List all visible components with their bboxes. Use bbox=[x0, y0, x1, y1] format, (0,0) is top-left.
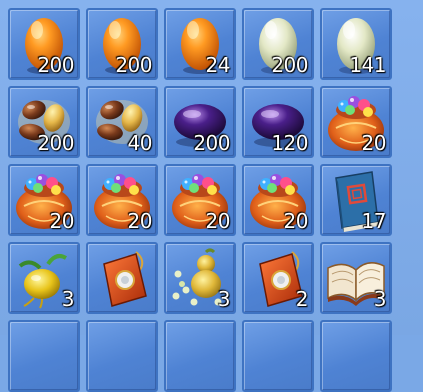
item-count: 20 bbox=[361, 131, 387, 155]
inventory-grid: 200 200 24 200 141 200 40 200 120 20 20 … bbox=[0, 0, 423, 392]
item-count: 200 bbox=[115, 53, 152, 77]
item-count: 20 bbox=[49, 209, 75, 233]
item-count: 3 bbox=[217, 287, 231, 311]
inventory-slot[interactable]: 40 bbox=[86, 86, 158, 158]
item-count: 200 bbox=[193, 131, 230, 155]
inventory-slot[interactable]: 20 bbox=[164, 164, 236, 236]
inventory-slot[interactable]: 200 bbox=[164, 86, 236, 158]
inventory-slot[interactable] bbox=[8, 320, 80, 392]
inventory-slot[interactable]: 200 bbox=[8, 8, 80, 80]
item-count: 24 bbox=[205, 53, 231, 77]
inventory-slot[interactable]: 120 bbox=[242, 86, 314, 158]
inventory-slot[interactable]: 2 bbox=[242, 242, 314, 314]
inventory-slot[interactable]: 24 bbox=[164, 8, 236, 80]
inventory-slot[interactable]: 141 bbox=[320, 8, 392, 80]
inventory-slot[interactable]: 20 bbox=[8, 164, 80, 236]
item-count: 200 bbox=[37, 53, 74, 77]
inventory-slot[interactable]: 17 bbox=[320, 164, 392, 236]
item-count: 2 bbox=[295, 287, 309, 311]
item-count: 200 bbox=[271, 53, 308, 77]
inventory-slot[interactable]: 3 bbox=[8, 242, 80, 314]
item-count: 3 bbox=[61, 287, 75, 311]
inventory-slot[interactable]: 200 bbox=[86, 8, 158, 80]
item-count: 17 bbox=[361, 209, 387, 233]
inventory-slot[interactable] bbox=[320, 320, 392, 392]
item-count: 3 bbox=[373, 287, 387, 311]
item-count: 20 bbox=[283, 209, 309, 233]
item-count: 20 bbox=[205, 209, 231, 233]
item-count: 120 bbox=[271, 131, 308, 155]
inventory-slot[interactable] bbox=[86, 242, 158, 314]
inventory-slot[interactable]: 200 bbox=[8, 86, 80, 158]
inventory-slot[interactable]: 3 bbox=[320, 242, 392, 314]
inventory-slot[interactable] bbox=[242, 320, 314, 392]
item-count: 40 bbox=[127, 131, 153, 155]
inventory-slot[interactable] bbox=[86, 320, 158, 392]
item-count: 141 bbox=[349, 53, 386, 77]
red-pouch-icon bbox=[103, 251, 147, 307]
inventory-slot[interactable] bbox=[164, 320, 236, 392]
inventory-slot[interactable]: 3 bbox=[164, 242, 236, 314]
item-count: 20 bbox=[127, 209, 153, 233]
inventory-slot[interactable]: 20 bbox=[242, 164, 314, 236]
inventory-slot[interactable]: 20 bbox=[320, 86, 392, 158]
inventory-slot[interactable]: 200 bbox=[242, 8, 314, 80]
inventory-slot[interactable]: 20 bbox=[86, 164, 158, 236]
item-count: 200 bbox=[37, 131, 74, 155]
